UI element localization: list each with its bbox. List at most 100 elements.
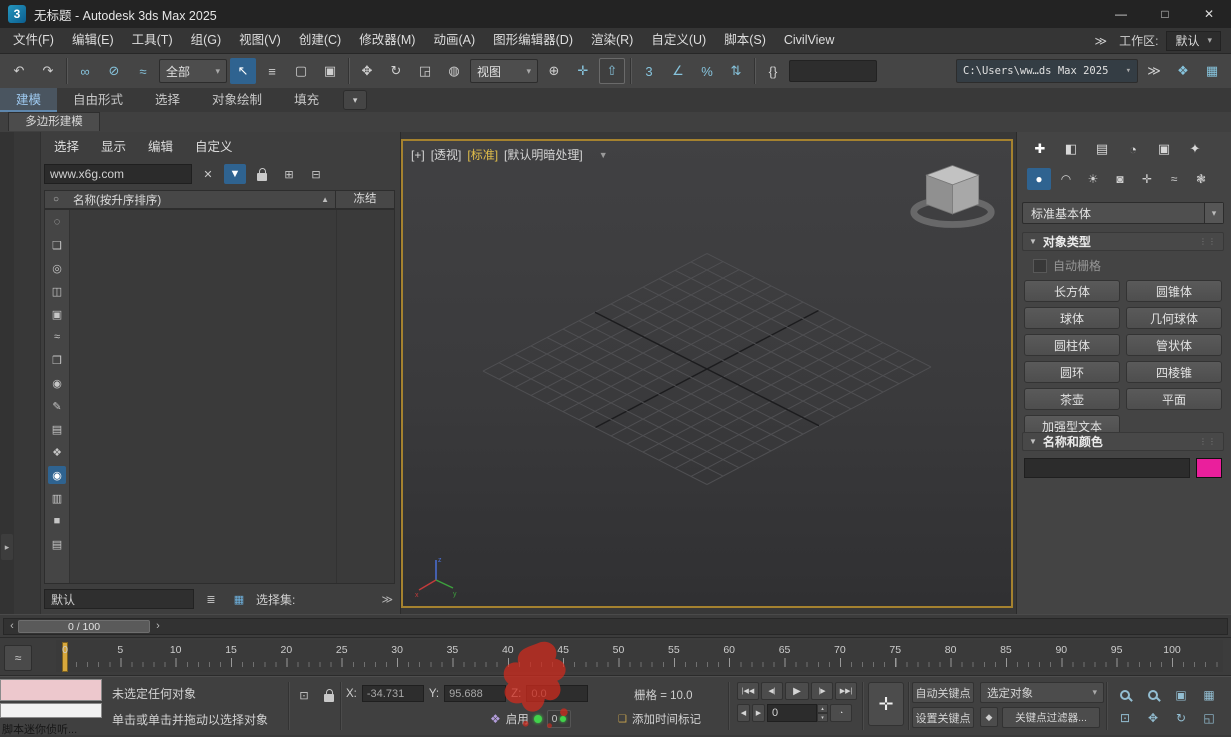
play-button[interactable]: ▶ xyxy=(785,682,809,700)
button-sphere[interactable]: 球体 xyxy=(1024,307,1120,329)
viewport-shading-menu[interactable]: [默认明暗处理] xyxy=(504,146,583,163)
button-plane[interactable]: 平面 xyxy=(1126,388,1222,410)
subcategory-dropdown[interactable]: 标准基本体 ▾ xyxy=(1022,202,1224,224)
go-to-end-button[interactable]: ▶▶| xyxy=(835,682,857,700)
menu-rendering[interactable]: 渲染(R) xyxy=(582,28,642,53)
minimize-button[interactable]: — xyxy=(1099,0,1143,28)
slider-prev-arrow[interactable]: ‹ xyxy=(6,620,18,633)
zoom-icon[interactable] xyxy=(1112,684,1138,705)
x-coordinate-field[interactable] xyxy=(361,685,424,702)
edit-named-selection-sets-icon[interactable]: {} xyxy=(760,58,786,84)
bind-to-space-warp-icon[interactable]: ≈ xyxy=(130,58,156,84)
unlink-selection-icon[interactable]: ⊘ xyxy=(101,58,127,84)
button-cone[interactable]: 圆锥体 xyxy=(1126,280,1222,302)
asset-tracking-icon[interactable]: ❖ xyxy=(1170,58,1196,84)
set-keys-big-button[interactable]: ✛ xyxy=(868,682,904,726)
menu-group[interactable]: 组(G) xyxy=(182,28,231,53)
cameras-category-icon[interactable]: ◙ xyxy=(1108,168,1132,190)
view-cube[interactable] xyxy=(907,153,999,237)
explorer-overflow-button[interactable]: ≫ xyxy=(381,593,395,606)
filter-icon[interactable]: ▼ xyxy=(224,164,246,184)
toolbar-overflow-icon[interactable]: ≫ xyxy=(1141,58,1167,84)
auto-key-button[interactable]: 自动关键点 xyxy=(912,682,974,703)
lock-icon[interactable] xyxy=(251,164,273,184)
menu-modifiers[interactable]: 修改器(M) xyxy=(350,28,424,53)
render-setup-icon[interactable]: ▦ xyxy=(1199,58,1225,84)
utilities-tab-icon[interactable]: ✦ xyxy=(1184,138,1206,160)
previous-frame-button[interactable]: ◀| xyxy=(761,682,783,700)
select-and-scale-icon[interactable]: ◲ xyxy=(412,58,438,84)
button-teapot[interactable]: 茶壶 xyxy=(1024,388,1120,410)
enabled-count-indicator[interactable]: 0 xyxy=(546,710,572,728)
tab-populate[interactable]: 填充 xyxy=(278,88,335,112)
column-frozen[interactable]: 冻结 xyxy=(335,191,394,208)
display-geometry-icon[interactable]: ❑ xyxy=(48,236,66,254)
percent-snap-icon[interactable]: % xyxy=(694,58,720,84)
create-tab-icon[interactable]: ✚ xyxy=(1029,138,1051,160)
viewport-render-preset-menu[interactable]: [标准] xyxy=(467,146,498,163)
list-view-icon[interactable]: ▥ xyxy=(48,489,66,507)
frame-spinner-down[interactable]: ▾ xyxy=(817,713,828,722)
grid-view-icon[interactable]: ▦ xyxy=(228,589,250,609)
orbit-icon[interactable]: ↻ xyxy=(1168,707,1194,728)
menu-overflow-button[interactable]: ≫ xyxy=(1091,34,1112,48)
lights-category-icon[interactable]: ☀ xyxy=(1081,168,1105,190)
slider-next-arrow[interactable]: › xyxy=(152,620,164,633)
frozen-display-icon[interactable]: ■ xyxy=(48,512,66,530)
shapes-category-icon[interactable]: ◠ xyxy=(1054,168,1078,190)
tab-freeform[interactable]: 自由形式 xyxy=(57,88,139,112)
menu-edit[interactable]: 编辑(E) xyxy=(63,28,123,53)
close-button[interactable]: ✕ xyxy=(1187,0,1231,28)
maximize-button[interactable]: □ xyxy=(1143,0,1187,28)
column-name[interactable]: 名称(按升序排序) ▲ xyxy=(67,192,335,208)
viewport[interactable]: [+] [透视] [标准] [默认明暗处理] ▼ z x y xyxy=(401,139,1013,608)
helpers-category-icon[interactable]: ✛ xyxy=(1135,168,1159,190)
y-coordinate-field[interactable] xyxy=(444,685,507,702)
display-cameras-icon[interactable]: ◫ xyxy=(48,282,66,300)
tab-selection[interactable]: 选择 xyxy=(139,88,196,112)
project-path-dropdown[interactable]: C:\Users\ww…ds Max 2025 ▾ xyxy=(956,59,1138,83)
button-tube[interactable]: 管状体 xyxy=(1126,334,1222,356)
rollout-object-type[interactable]: ▼ 对象类型 ⋮⋮ xyxy=(1022,232,1224,251)
object-name-field[interactable] xyxy=(1024,458,1190,478)
viewport-general-menu[interactable]: [+] xyxy=(411,148,425,162)
explorer-menu-select[interactable]: 选择 xyxy=(50,136,83,158)
tab-modeling[interactable]: 建模 xyxy=(0,88,58,112)
display-xrefs-icon[interactable]: ◉ xyxy=(48,374,66,392)
tab-object-paint[interactable]: 对象绘制 xyxy=(196,88,278,112)
key-selection-dropdown[interactable]: 选定对象 ▾ xyxy=(980,682,1104,703)
display-containers-icon[interactable]: ❖ xyxy=(48,443,66,461)
frame-spinner-up[interactable]: ▴ xyxy=(817,704,828,713)
key-filters-button[interactable]: 关键点过滤器... xyxy=(1002,707,1100,728)
add-time-tag-button[interactable]: 添加时间标记 xyxy=(632,711,701,727)
explorer-menu-display[interactable]: 显示 xyxy=(97,136,130,158)
viewport-pov-menu[interactable]: [透视] xyxy=(431,146,462,163)
use-pivot-center-icon[interactable]: ⊕ xyxy=(541,58,567,84)
angle-snap-icon[interactable]: ∠ xyxy=(665,58,691,84)
menu-file[interactable]: 文件(F) xyxy=(4,28,63,53)
button-pyramid[interactable]: 四棱锥 xyxy=(1126,361,1222,383)
menu-views[interactable]: 视图(V) xyxy=(230,28,290,53)
ribbon-dropdown-button[interactable]: ▾ xyxy=(343,90,368,110)
mini-curve-editor-button[interactable]: ≈ xyxy=(4,645,32,671)
zoom-all-views-icon[interactable] xyxy=(1140,684,1166,705)
key-tangents-icon[interactable]: ◆ xyxy=(980,707,998,727)
zoom-region-icon[interactable]: ⊡ xyxy=(1112,707,1138,728)
button-geosphere[interactable]: 几何球体 xyxy=(1126,307,1222,329)
maximize-viewport-toggle-icon[interactable]: ◱ xyxy=(1196,707,1222,728)
explorer-menu-edit[interactable]: 编辑 xyxy=(144,136,177,158)
viewport-filter-icon[interactable]: ▼ xyxy=(599,150,608,160)
rectangular-selection-icon[interactable]: ▢ xyxy=(288,58,314,84)
pan-view-icon[interactable]: ✥ xyxy=(1140,707,1166,728)
display-bones-icon[interactable]: ▤ xyxy=(48,420,66,438)
menu-graph-editors[interactable]: 图形编辑器(D) xyxy=(484,28,582,53)
track-bar-ruler[interactable]: 0 5 10 15 20 25 30 35 40 45 50 55 60 65 70 75 80 85 90 95 10… xyxy=(56,640,1223,672)
select-object-icon[interactable]: ↖ xyxy=(230,58,256,84)
named-selection-sets-combo[interactable] xyxy=(789,60,877,82)
rollout-name-color[interactable]: ▼ 名称和颜色 ⋮⋮ xyxy=(1022,432,1224,451)
search-input[interactable] xyxy=(44,164,192,184)
pick-display-icon[interactable]: ◌ xyxy=(48,213,66,231)
window-crossing-icon[interactable]: ▣ xyxy=(317,58,343,84)
next-frame-button[interactable]: |▶ xyxy=(811,682,833,700)
menu-civilview[interactable]: CivilView xyxy=(775,28,843,53)
